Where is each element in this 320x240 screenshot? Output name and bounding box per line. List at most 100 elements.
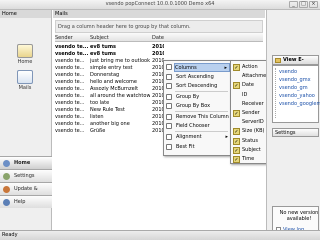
menu-item-icon [166,103,172,109]
subject-cell: Assoziy McBurnzelt [90,86,139,92]
nav-update-license[interactable]: Update & License [0,182,52,204]
column-toggle-item[interactable]: ID [242,91,247,100]
subject-cell: just bring me to outlook [90,58,150,64]
menu-item-icon [166,144,172,150]
mail-icon [17,70,33,84]
checkmark-icon: ✓ [233,156,240,163]
column-toggle-item[interactable]: Sender [242,109,260,118]
table-row[interactable]: vsendo te...ev8 tums 2010 [55,51,263,58]
column-toggle-item[interactable]: Status [242,137,258,146]
column-header-subject[interactable]: Subject [90,35,150,41]
column-toggle-item[interactable]: Subject [242,146,261,155]
sender-cell: vsendo te... [55,44,88,50]
sender-cell: vsendo te... [55,72,85,78]
sender-cell: vsendo te... [55,86,85,92]
submenu-arrow-icon: ▸ [225,134,228,140]
submenu-arrow-icon: ▸ [224,65,227,71]
sender-cell: vsendo te... [55,100,85,106]
nav-help[interactable]: Help [0,195,52,208]
new-version-text: No new version available! [279,210,319,222]
tree-lines [275,68,276,118]
grid-header: Sender Subject Date [55,33,263,42]
checkmark-icon: ✓ [233,137,240,145]
update-nav-icon [3,186,10,193]
column-toggle-item[interactable]: Time [242,155,254,164]
column-toggle-item[interactable]: Size (KB) [242,127,264,136]
window-title: vsendo popConnect 10.0.0.1000 Demo x64 [105,1,215,7]
context-menu-item[interactable]: Columns ▸ [174,63,230,72]
subject-cell: all around the watchtower [90,93,150,99]
column-toggle-item[interactable]: Action [242,63,258,72]
context-menu-item[interactable]: Best Fit [176,143,230,152]
menu-item-icon [166,123,172,129]
sender-cell: vsendo te... [55,107,85,113]
sender-cell: vsendo te... [55,51,88,57]
menu-separator [175,91,228,92]
context-menu-item-label: Best Fit [176,144,195,150]
checkmark-icon [233,101,240,108]
subject-cell: hello and welcome [90,79,137,85]
column-toggle-item[interactable]: ServerID [242,118,264,127]
table-row[interactable]: vsendo te...ev8 tums 2010 [55,44,263,51]
group-by-box[interactable]: Drag a column header here to group by th… [55,20,263,33]
view-emails-header[interactable]: View E-Mails [272,55,319,71]
nav-settings[interactable]: Settings [0,169,52,182]
subject-cell: ev8 tums [90,44,117,50]
account-item[interactable]: vsendo_gmx [279,77,311,83]
menu-item-icon [166,114,172,120]
maximize-button[interactable]: □ [299,1,308,8]
subject-cell: listen [90,114,104,120]
context-menu-item[interactable]: Remove This Column [176,113,230,122]
sender-cell: vsendo te... [55,128,85,134]
subject-cell: another big one [90,121,130,127]
checkmark-icon: ✓ [233,128,240,136]
context-menu-item-label: Group By [176,94,200,100]
column-header-sender[interactable]: Sender [55,35,88,41]
context-menu-item-label: Sort Descending [176,83,218,89]
column-toggle-item[interactable]: Receiver [242,100,264,109]
context-menu-item-label: Alignment [176,134,202,140]
minimize-button[interactable]: _ [289,1,298,8]
account-item[interactable]: vsendo_googlemai [279,101,320,107]
context-menu-item-label: Group By Box [176,103,211,109]
context-menu-item[interactable]: Group By [176,93,230,102]
home-icon [17,44,33,58]
date-cell: 2010 [152,51,164,57]
context-menu-item-label: Field Chooser [176,123,210,129]
menu-item-icon [166,74,172,80]
sender-cell: vsendo te... [55,114,85,120]
left-panel: Home Home Mails Home Settings Update & L… [0,10,52,230]
menu-item-icon [166,64,172,70]
subject-cell: ev8 tums [90,51,117,57]
column-header-date[interactable]: Date [152,35,164,41]
right-settings-header[interactable]: Settings [272,128,319,137]
account-item[interactable]: vsendo_yahoo [279,93,315,99]
menu-separator [175,131,228,132]
left-panel-header: Home [0,10,51,18]
sender-cell: vsendo te... [55,79,85,85]
right-panel: View E-Mails vsendo vsendo_gmx vsendo_gm… [266,10,320,239]
account-item[interactable]: vsendo_gm [279,85,308,91]
mails-shortcut[interactable]: Mails [12,70,38,91]
home-nav-icon [3,160,10,167]
column-toggle-item[interactable]: Date [242,81,254,90]
menu-item-icon [166,134,172,140]
subject-cell: Donnerstag [90,72,120,78]
subject-cell: Grüße [90,128,106,134]
home-shortcut[interactable]: Home [12,44,38,65]
context-menu-item[interactable]: Sort Descending [176,82,230,91]
close-button[interactable]: × [309,1,318,8]
context-menu-item[interactable]: Group By Box [176,102,230,111]
menu-item-icon [166,83,172,89]
checkmark-icon: ✓ [233,64,240,71]
context-menu-item-label: Columns [175,65,197,71]
context-menu-item[interactable]: Field Chooser [176,122,230,131]
sender-cell: vsendo te... [55,58,85,64]
title-bar: vsendo popConnect 10.0.0.1000 Demo x64 _… [0,0,320,10]
nav-home[interactable]: Home [0,156,52,169]
account-item[interactable]: vsendo [279,69,297,75]
context-menu-item[interactable]: Sort Ascending [176,73,230,82]
context-menu-item-label: Remove This Column [176,114,229,120]
context-menu-item[interactable]: Alignment ▸ [176,133,230,142]
menu-item-icon [166,94,172,100]
